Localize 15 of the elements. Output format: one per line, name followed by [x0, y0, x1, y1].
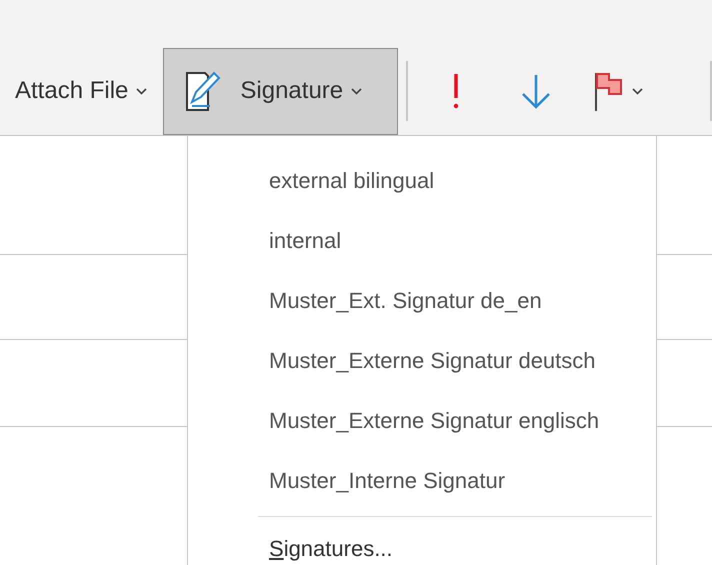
exclamation-icon[interactable]: [452, 71, 460, 111]
menu-item[interactable]: Muster_Externe Signatur deutsch: [188, 330, 656, 390]
menu-item[interactable]: Muster_Externe Signatur englisch: [188, 390, 656, 450]
menu-item[interactable]: Muster_Ext. Signatur de_en: [188, 270, 656, 330]
caret-icon: [136, 88, 148, 94]
attach-file-button[interactable]: Attach File: [0, 47, 164, 135]
caret-icon: [351, 88, 362, 94]
signatures-menu-item[interactable]: Signatures...: [188, 517, 656, 565]
menu-item[interactable]: Muster_Interne Signatur: [188, 450, 656, 510]
menu-item[interactable]: internal: [188, 210, 656, 270]
caret-icon: [632, 88, 644, 94]
menu-item[interactable]: external bilingual: [188, 150, 656, 210]
flag-icon[interactable]: [594, 71, 624, 111]
down-arrow-icon[interactable]: [520, 73, 552, 109]
signature-button[interactable]: Signature: [163, 48, 398, 134]
